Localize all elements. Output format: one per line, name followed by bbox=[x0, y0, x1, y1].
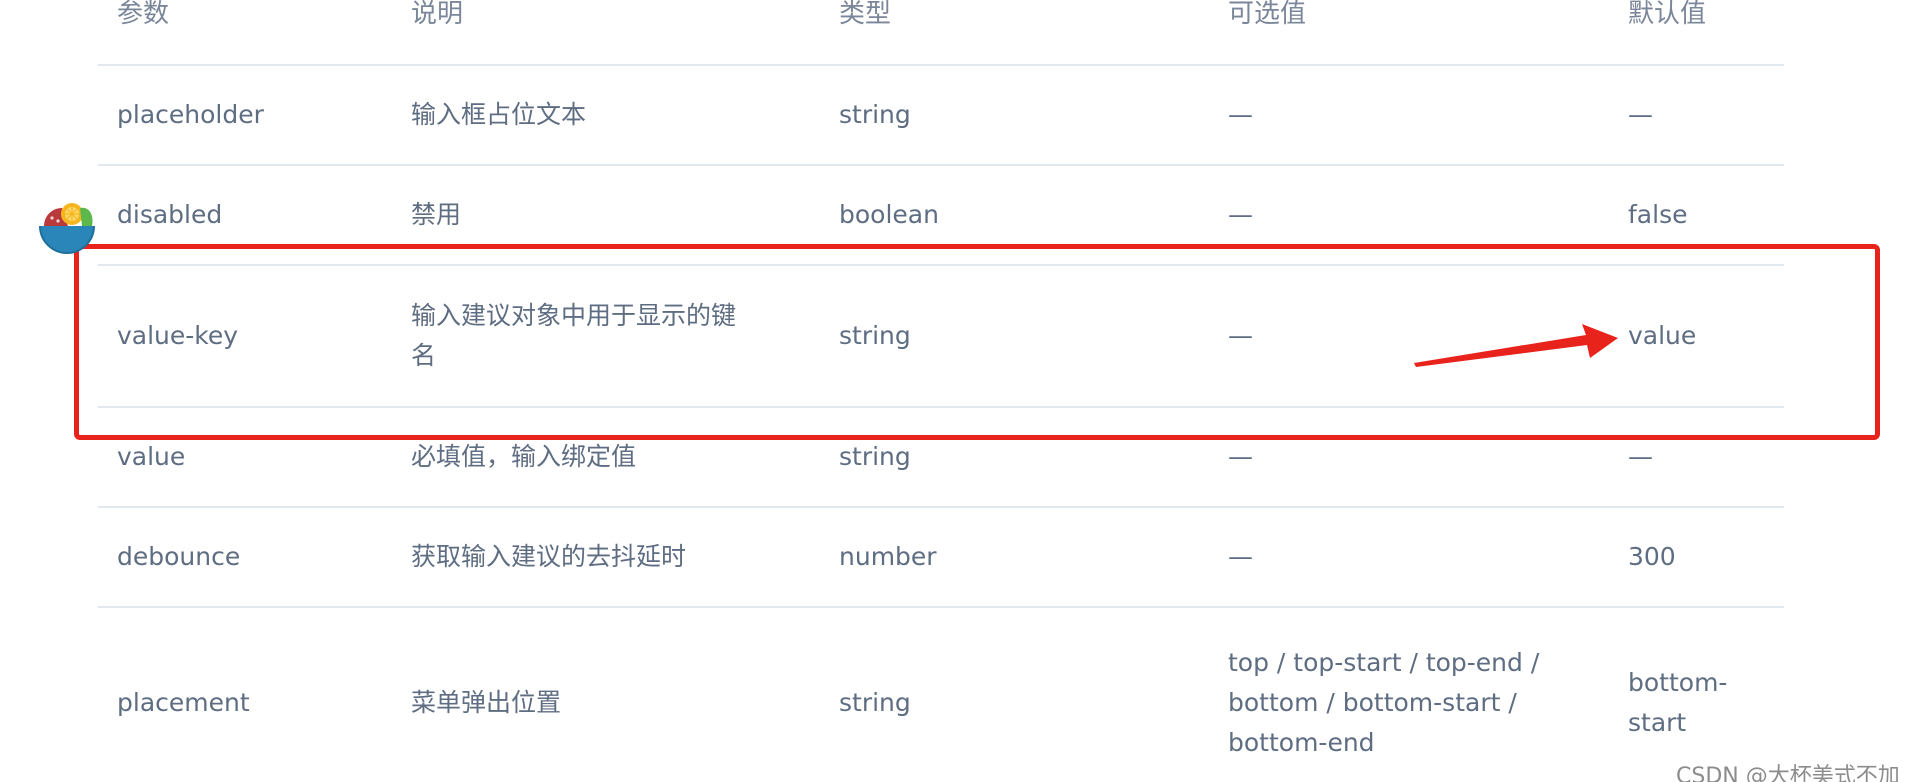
header-default: 默认值 bbox=[1628, 0, 1707, 29]
cell-default: — bbox=[1628, 442, 1653, 471]
cell-options: — bbox=[1228, 442, 1253, 471]
cell-param: value-key bbox=[117, 321, 239, 350]
table-row: disabled 禁用 boolean — false bbox=[98, 166, 1784, 266]
table-row: placement 菜单弹出位置 string top / top-start … bbox=[98, 608, 1784, 782]
screenshot-page: 参数 说明 类型 可选值 默认值 placeholder 输入框占位文本 str… bbox=[0, 0, 1916, 782]
fruit-bowl-avatar-icon bbox=[39, 203, 95, 254]
cell-description: 必填值，输入绑定值 bbox=[411, 442, 637, 471]
cell-param: placement bbox=[117, 688, 250, 717]
cell-description: 禁用 bbox=[411, 200, 462, 229]
cell-description: 获取输入建议的去抖延时 bbox=[411, 542, 687, 571]
attributes-table: 参数 说明 类型 可选值 默认值 placeholder 输入框占位文本 str… bbox=[98, 0, 1784, 782]
cell-type: string bbox=[839, 321, 911, 350]
cell-param: debounce bbox=[117, 542, 241, 571]
cell-type: string bbox=[839, 688, 911, 717]
cell-type: boolean bbox=[839, 200, 939, 229]
header-description: 说明 bbox=[411, 0, 464, 29]
cell-param: placeholder bbox=[117, 100, 264, 129]
cell-options: — bbox=[1228, 200, 1253, 229]
cell-description: 输入框占位文本 bbox=[411, 100, 587, 129]
cell-options: top / top-start / top-end / bottom / bot… bbox=[1228, 648, 1540, 757]
cell-param: value bbox=[117, 442, 186, 471]
cell-default: bottom- start bbox=[1628, 668, 1728, 737]
table-header-row: 参数 说明 类型 可选值 默认值 bbox=[98, 0, 1784, 66]
table-row: debounce 获取输入建议的去抖延时 number — 300 bbox=[98, 508, 1784, 608]
csdn-watermark: CSDN @大杯美式不加 bbox=[1676, 764, 1900, 782]
cell-default: false bbox=[1628, 200, 1688, 229]
cell-options: — bbox=[1228, 542, 1253, 571]
cell-options: — bbox=[1228, 100, 1253, 129]
header-param: 参数 bbox=[117, 0, 170, 29]
header-options: 可选值 bbox=[1228, 0, 1307, 29]
table-row: value 必填值，输入绑定值 string — — bbox=[98, 408, 1784, 508]
cell-default: 300 bbox=[1628, 542, 1676, 571]
cell-default: value bbox=[1628, 321, 1697, 350]
cell-type: string bbox=[839, 442, 911, 471]
cell-type: string bbox=[839, 100, 911, 129]
cell-description: 输入建议对象中用于显示的键 名 bbox=[411, 301, 737, 370]
cell-description: 菜单弹出位置 bbox=[411, 688, 562, 717]
red-arrow-icon bbox=[1414, 324, 1618, 367]
cell-param: disabled bbox=[117, 200, 223, 229]
table-row: placeholder 输入框占位文本 string — — bbox=[98, 66, 1784, 166]
cell-type: number bbox=[839, 542, 937, 571]
cell-default: — bbox=[1628, 100, 1653, 129]
header-type: 类型 bbox=[839, 0, 892, 29]
